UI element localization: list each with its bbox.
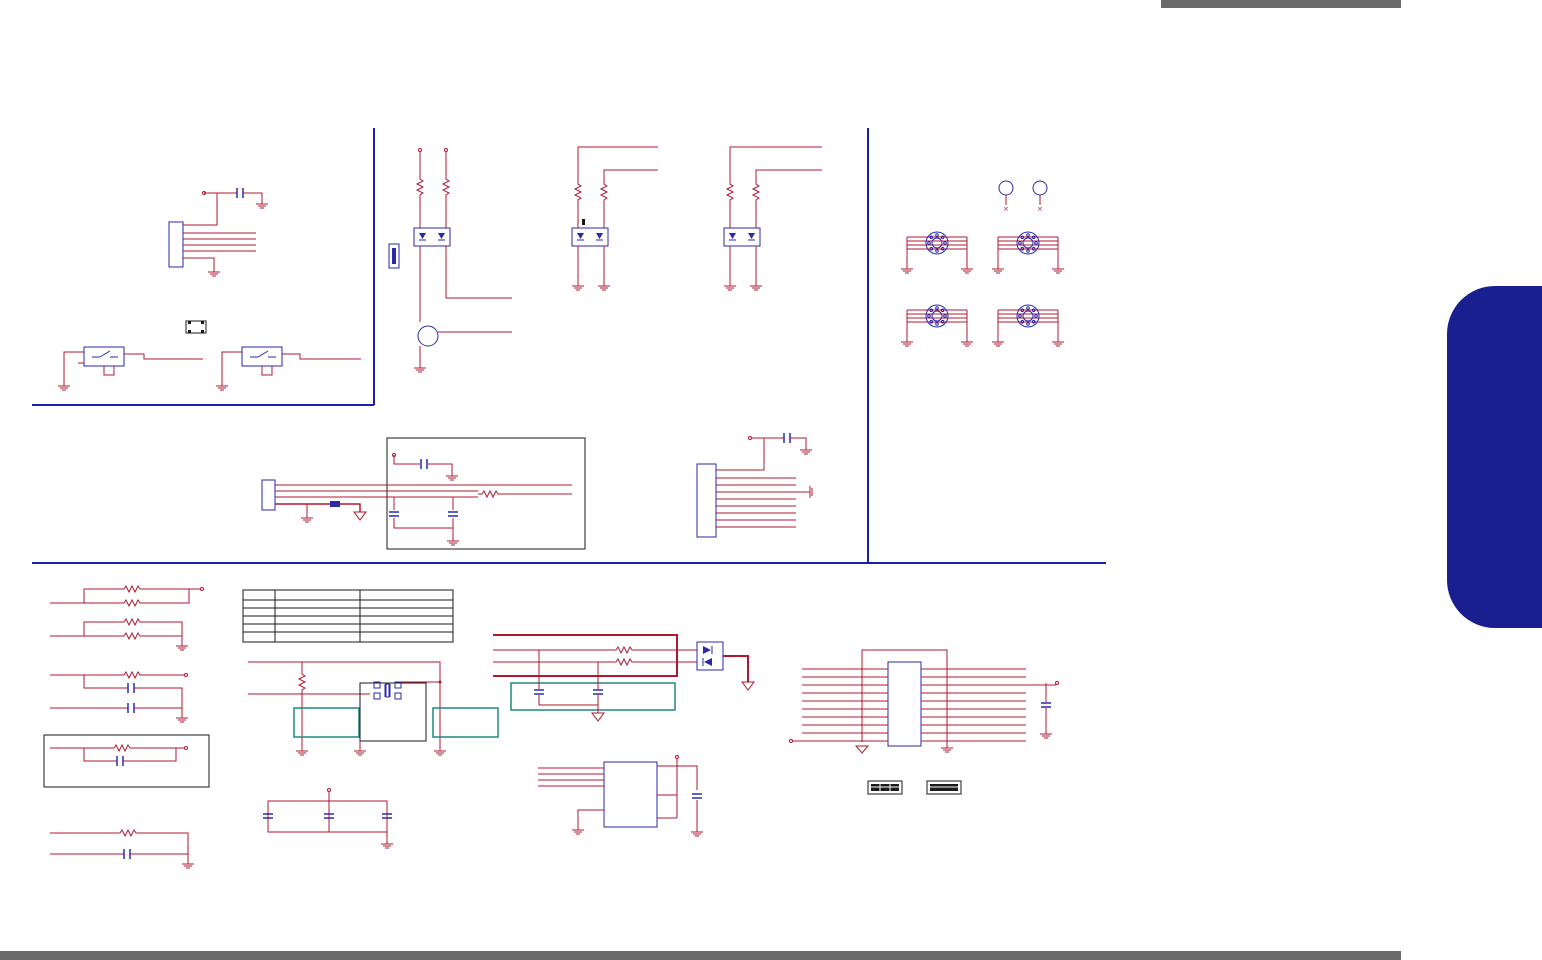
ground-icon xyxy=(57,379,71,391)
capacitor-icon xyxy=(127,702,135,714)
resistor-icon xyxy=(109,744,135,752)
mounting-holes xyxy=(901,232,1064,346)
schematic-drawing: × × xyxy=(32,128,1106,869)
transistor-icon xyxy=(417,325,439,347)
mounting-hole-icon xyxy=(901,305,973,346)
ground-icon xyxy=(571,823,585,835)
ground-icon xyxy=(597,279,611,291)
ground-icon xyxy=(1039,727,1053,739)
connector-block-d xyxy=(261,437,586,550)
resistor-icon xyxy=(115,829,141,837)
ground-icon xyxy=(175,639,189,651)
resistor-icon xyxy=(119,671,145,679)
resistor-icon xyxy=(611,646,637,654)
bus-block xyxy=(493,634,755,722)
crystal-icon xyxy=(373,681,402,700)
decoupling-caps xyxy=(262,788,394,849)
ground-icon xyxy=(571,279,585,291)
test-points: × × xyxy=(998,180,1048,213)
ground-icon xyxy=(445,469,459,481)
rc-network-1 xyxy=(50,585,204,651)
capacitor-icon xyxy=(420,458,428,470)
resistor-icon xyxy=(298,669,306,695)
svg-text:×: × xyxy=(1003,205,1009,213)
connector-block-a xyxy=(168,187,269,277)
resistor-icon xyxy=(119,632,145,640)
capacitor-icon xyxy=(127,682,135,694)
rc-network-3 xyxy=(43,734,210,788)
ground-icon xyxy=(413,361,427,373)
option-table xyxy=(242,589,454,643)
crystal-block xyxy=(248,661,499,756)
capacitor-icon xyxy=(783,432,791,444)
capacitor-icon xyxy=(592,689,604,695)
ground-icon xyxy=(215,379,229,391)
resistor-icon xyxy=(119,618,145,626)
led-block-2 xyxy=(571,146,658,291)
led-block-1 xyxy=(388,148,512,373)
resistor-icon xyxy=(600,179,608,205)
switch-block-right xyxy=(215,346,361,391)
diode-icon xyxy=(723,227,761,247)
small-ic-block xyxy=(538,755,704,837)
large-ic-block xyxy=(789,649,1059,754)
ground-icon xyxy=(749,279,763,291)
rc-network-2 xyxy=(50,671,189,723)
ground-icon xyxy=(255,197,269,209)
section-frames xyxy=(32,128,1106,564)
ground-icon xyxy=(295,744,309,756)
capacitor-icon xyxy=(533,689,545,695)
ground-icon xyxy=(433,744,447,756)
diode-icon xyxy=(413,227,451,247)
capacitor-icon xyxy=(1040,702,1052,708)
ic-chip-icon xyxy=(887,661,922,747)
test-point-icon xyxy=(998,180,1014,196)
ground-icon xyxy=(300,511,314,523)
ground-icon xyxy=(446,534,460,546)
mounting-hole-icon xyxy=(992,232,1064,273)
ground-icon xyxy=(940,741,954,753)
resistor-icon xyxy=(574,179,582,205)
ground-icon xyxy=(723,279,737,291)
connector-icon xyxy=(168,221,184,268)
capacitor-icon xyxy=(691,793,703,799)
ground-icon xyxy=(353,744,367,756)
jumper-blocks xyxy=(867,780,962,795)
switch-icon xyxy=(185,320,207,334)
rc-network-4 xyxy=(50,829,195,869)
resistor-icon xyxy=(611,658,637,666)
ground-icon xyxy=(380,837,394,849)
resistor-icon xyxy=(477,490,503,498)
capacitor-icon xyxy=(388,511,400,517)
capacitor-icon xyxy=(116,755,124,767)
resistor-icon xyxy=(119,585,145,593)
resistor-icon xyxy=(416,174,424,200)
resistor-icon xyxy=(752,179,760,205)
connector-icon xyxy=(696,463,717,538)
ground-icon xyxy=(175,711,189,723)
mounting-hole-icon xyxy=(992,305,1064,346)
ground-icon xyxy=(207,265,221,277)
capacitor-icon xyxy=(447,511,459,517)
resistor-icon xyxy=(726,179,734,205)
ground-icon xyxy=(181,857,195,869)
diode-icon xyxy=(696,641,724,671)
diode-icon xyxy=(571,227,609,247)
connector-block-e xyxy=(696,432,813,538)
ground-icon xyxy=(799,443,813,455)
resistor-icon xyxy=(119,599,145,607)
capacitor-icon xyxy=(123,848,131,860)
resistor-icon xyxy=(442,174,450,200)
capacitor-icon xyxy=(236,187,244,199)
switch-block-left xyxy=(57,346,203,391)
ground-icon xyxy=(690,825,704,837)
svg-text:×: × xyxy=(1037,205,1043,213)
mounting-hole-icon xyxy=(901,232,973,273)
test-point-icon xyxy=(1032,180,1048,196)
connector-icon xyxy=(261,479,276,511)
ic-chip-icon xyxy=(603,761,658,828)
led-block-3 xyxy=(723,146,822,291)
